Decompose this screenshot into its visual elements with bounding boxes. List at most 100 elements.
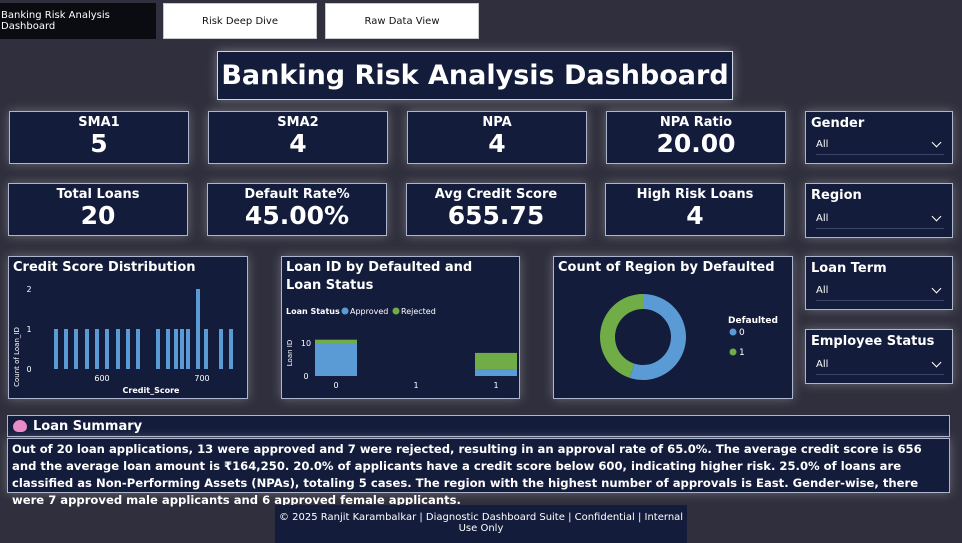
kpi-value: 4 xyxy=(488,129,506,158)
histogram-bar xyxy=(105,329,109,369)
slicer-title: Gender xyxy=(811,116,865,131)
x-tick-label: 600 xyxy=(94,374,109,383)
y-tick-label: 0 xyxy=(303,372,308,381)
legend-rejected-swatch xyxy=(392,307,400,315)
kpi-label: NPA Ratio xyxy=(659,115,733,130)
stacked-bar-segment xyxy=(475,369,517,376)
histogram-bar xyxy=(126,329,130,369)
kpi-value: 4 xyxy=(289,129,307,158)
chart-title: Count of Region by Defaulted xyxy=(558,260,775,275)
legend-swatch xyxy=(729,348,737,356)
chevron-down-icon xyxy=(931,137,942,148)
kpi-label: SMA1 xyxy=(78,115,120,130)
tab-raw-data-view[interactable]: Raw Data View xyxy=(325,3,479,39)
legend-approved-label: Approved xyxy=(350,307,388,316)
y-tick-label: 10 xyxy=(301,339,311,348)
dropdown-value: All xyxy=(816,213,829,224)
chevron-down-icon xyxy=(931,211,942,222)
histogram-bar xyxy=(95,329,99,369)
kpi-card-npa-ratio: NPA Ratio 20.00 xyxy=(606,111,786,164)
region-dropdown[interactable]: All xyxy=(816,209,944,229)
histogram-bar xyxy=(85,329,89,369)
y-tick-label: 2 xyxy=(26,285,31,294)
x-tick-label: 700 xyxy=(194,374,209,383)
histogram-bar xyxy=(219,329,223,369)
employee-status-dropdown[interactable]: All xyxy=(816,355,944,375)
loan-status-stacked-chart: Loan Status Approved Rejected Loan ID 0 1… xyxy=(286,307,517,390)
kpi-label: Avg Credit Score xyxy=(434,187,558,202)
histogram-bar xyxy=(74,329,78,369)
kpi-card-npa: NPA 4 xyxy=(407,111,587,164)
x-axis-label: Credit_Score xyxy=(123,386,180,395)
histogram-bar xyxy=(196,289,200,369)
slicer-gender: Gender All xyxy=(805,111,953,164)
region-donut-panel: Count of Region by Defaulted Defaulted 0… xyxy=(553,256,793,399)
kpi-card-avg-credit-score: Avg Credit Score 655.75 xyxy=(406,183,586,236)
loan-summary-header: Loan Summary xyxy=(7,415,950,437)
legend-approved-swatch xyxy=(341,307,349,315)
histogram-bar xyxy=(229,329,233,369)
slicer-title: Region xyxy=(811,188,862,203)
dropdown-value: All xyxy=(816,139,829,150)
kpi-value: 5 xyxy=(90,129,108,158)
slicer-loan-term: Loan Term All xyxy=(805,256,953,310)
histogram-bar xyxy=(186,329,190,369)
legend-label: 1 xyxy=(739,348,745,358)
kpi-card-default-rate: Default Rate% 45.00% xyxy=(207,183,387,236)
kpi-card-sma1: SMA1 5 xyxy=(9,111,189,164)
slicer-employee-status: Employee Status All xyxy=(805,329,953,384)
kpi-value: 20.00 xyxy=(656,129,736,158)
kpi-card-sma2: SMA2 4 xyxy=(208,111,388,164)
brain-icon xyxy=(13,420,27,432)
region-donut-chart: Defaulted 0 1 xyxy=(600,294,778,380)
kpi-card-total-loans: Total Loans 20 xyxy=(8,183,188,236)
histogram-bar xyxy=(174,329,178,369)
legend-title: Loan Status xyxy=(286,307,340,316)
histogram-bar xyxy=(136,329,140,369)
kpi-value: 4 xyxy=(686,201,704,230)
y-tick-label: 0 xyxy=(26,365,31,374)
credit-score-histogram: Count of Loan_ID Credit_Score 0 1 2 600 700 xyxy=(13,285,233,395)
histogram-bar xyxy=(64,329,68,369)
kpi-label: SMA2 xyxy=(277,115,319,130)
loan-term-dropdown[interactable]: All xyxy=(816,281,944,301)
stacked-bar-segment xyxy=(315,339,357,343)
loan-summary-text: Out of 20 loan applications, 13 were app… xyxy=(7,438,950,507)
y-axis-label: Loan ID xyxy=(286,340,294,366)
kpi-card-high-risk-loans: High Risk Loans 4 xyxy=(605,183,785,236)
dropdown-value: All xyxy=(816,359,829,370)
kpi-value: 20 xyxy=(80,201,116,230)
dropdown-value: All xyxy=(816,285,829,296)
footer: © 2025 Ranjit Karambalkar | Diagnostic D… xyxy=(275,505,687,543)
chevron-down-icon xyxy=(931,283,942,294)
kpi-value: 45.00% xyxy=(244,201,350,230)
chart-title: Loan ID by Defaulted and Loan Status xyxy=(286,260,473,293)
y-tick-label: 1 xyxy=(26,325,31,334)
histogram-bar xyxy=(204,329,208,369)
slicer-title: Employee Status xyxy=(811,334,935,349)
histogram-bar xyxy=(116,329,120,369)
credit-score-chart-panel: Credit Score Distribution Count of Loan_… xyxy=(8,256,248,399)
x-tick-label: 1 xyxy=(493,381,498,390)
histogram-bar xyxy=(54,329,58,369)
kpi-label: NPA xyxy=(482,115,512,130)
tab-risk-deep-dive[interactable]: Risk Deep Dive xyxy=(163,3,317,39)
kpi-label: Total Loans xyxy=(56,187,140,202)
legend-title: Defaulted xyxy=(728,316,778,326)
chart-title: Credit Score Distribution xyxy=(13,260,196,275)
slicer-region: Region All xyxy=(805,183,953,238)
kpi-label: Default Rate% xyxy=(244,187,350,202)
tab-banking-risk-analysis[interactable]: Banking Risk Analysis Dashboard xyxy=(0,3,156,39)
histogram-bar xyxy=(156,329,160,369)
kpi-value: 655.75 xyxy=(447,201,545,230)
kpi-label: High Risk Loans xyxy=(636,187,754,202)
gender-dropdown[interactable]: All xyxy=(816,135,944,155)
page-title: Banking Risk Analysis Dashboard xyxy=(217,51,733,100)
histogram-bar xyxy=(180,329,184,369)
loan-status-chart-panel: Loan ID by Defaulted and Loan Status Loa… xyxy=(281,256,520,399)
legend-label: 0 xyxy=(739,328,745,338)
x-tick-label: 0 xyxy=(333,381,338,390)
stacked-bar-segment xyxy=(315,343,357,376)
summary-title: Loan Summary xyxy=(33,418,143,434)
slicer-title: Loan Term xyxy=(811,261,887,276)
